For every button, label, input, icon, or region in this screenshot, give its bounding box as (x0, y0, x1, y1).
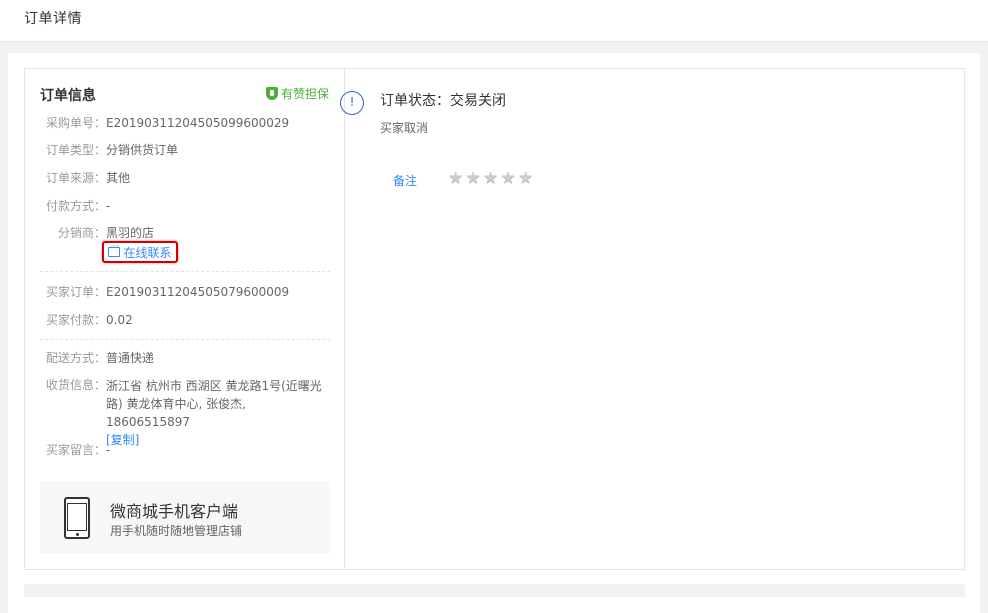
info-icon: ! (340, 91, 364, 115)
top-bar: 订单详情 (0, 0, 988, 42)
app-promo-box[interactable]: 微商城手机客户端 用手机随时随地管理店铺 (40, 481, 330, 553)
order-type-value: 分销供货订单 (106, 143, 179, 157)
buyer-message-label: 买家留言： (45, 443, 106, 457)
buyer-payment-value: 0.02 (106, 313, 133, 327)
order-status-reason: 买家取消 (380, 121, 429, 135)
distributor-label: 分销商： (57, 226, 106, 240)
star-icon[interactable]: ★ (483, 168, 501, 188)
guarantee-label: 有赞担保 (280, 87, 329, 101)
buyer-payment-label: 买家付款： (45, 313, 106, 327)
payment-method-value: - (106, 199, 111, 213)
star-icon[interactable]: ★ (466, 168, 484, 188)
buyer-message-value: - (106, 443, 111, 457)
distributor-value: 黑羽的店 (106, 226, 155, 240)
app-promo-subtitle: 用手机随时随地管理店铺 (110, 524, 243, 538)
order-info-column: 订单信息 有赞担保 采购单号： E20190311204505099600029… (25, 69, 345, 569)
order-source-label: 订单来源： (45, 171, 106, 185)
shield-icon (265, 87, 278, 100)
order-type-row: 订单类型： 分销供货订单 (25, 142, 345, 158)
buyer-payment-row: 买家付款： 0.02 (25, 312, 345, 328)
purchase-no-value: E20190311204505099600029 (106, 116, 290, 130)
buyer-message-row: 买家留言： - (25, 442, 345, 458)
order-card: 订单信息 有赞担保 采购单号： E20190311204505099600029… (24, 68, 965, 570)
bottom-strip (24, 584, 965, 597)
star-icon[interactable]: ★ (518, 168, 536, 188)
star-rating: ★ ★ ★ ★ ★ (448, 168, 536, 188)
divider (40, 339, 330, 340)
star-icon[interactable]: ★ (501, 168, 519, 188)
purchase-no-label: 采购单号： (45, 116, 106, 130)
buyer-order-row: 买家订单： E20190311204505079600009 (25, 284, 345, 300)
remark-link[interactable]: 备注 (393, 172, 417, 189)
buyer-order-value: E20190311204505079600009 (106, 285, 290, 299)
online-contact-label: 在线联系 (123, 245, 172, 260)
order-type-label: 订单类型： (45, 143, 106, 157)
delivery-value: 普通快递 (106, 351, 155, 365)
payment-method-row: 付款方式： - (25, 198, 345, 214)
order-source-value: 其他 (106, 171, 131, 185)
order-info-title: 订单信息 (40, 88, 96, 104)
buyer-order-label: 买家订单： (45, 285, 106, 299)
payment-method-label: 付款方式： (45, 199, 106, 213)
purchase-no-row: 采购单号： E20190311204505099600029 (25, 115, 345, 131)
page-title: 订单详情 (24, 11, 82, 27)
receiver-row: 收货信息： 浙江省 杭州市 西湖区 黄龙路1号(近曙光路) 黄龙体育中心, 张俊… (25, 377, 345, 449)
receiver-value: 浙江省 杭州市 西湖区 黄龙路1号(近曙光路) 黄龙体育中心, 张俊杰, 186… (106, 379, 322, 429)
star-icon[interactable]: ★ (448, 168, 466, 188)
delivery-label: 配送方式： (45, 351, 106, 365)
receiver-label: 收货信息： (45, 378, 106, 392)
order-source-row: 订单来源： 其他 (25, 170, 345, 186)
receiver-block: 浙江省 杭州市 西湖区 黄龙路1号(近曙光路) 黄龙体育中心, 张俊杰, 186… (106, 377, 326, 449)
divider (40, 271, 330, 272)
delivery-row: 配送方式： 普通快递 (25, 350, 345, 366)
guarantee-badge[interactable]: 有赞担保 (265, 85, 329, 102)
app-promo-title: 微商城手机客户端 (110, 502, 239, 521)
phone-icon (64, 497, 90, 539)
online-contact-link[interactable]: 在线联系 (102, 241, 178, 263)
order-status: 订单状态：交易关闭 (380, 93, 506, 109)
distributor-row: 分销商： 黑羽的店 (25, 225, 345, 241)
chat-icon (108, 242, 121, 257)
